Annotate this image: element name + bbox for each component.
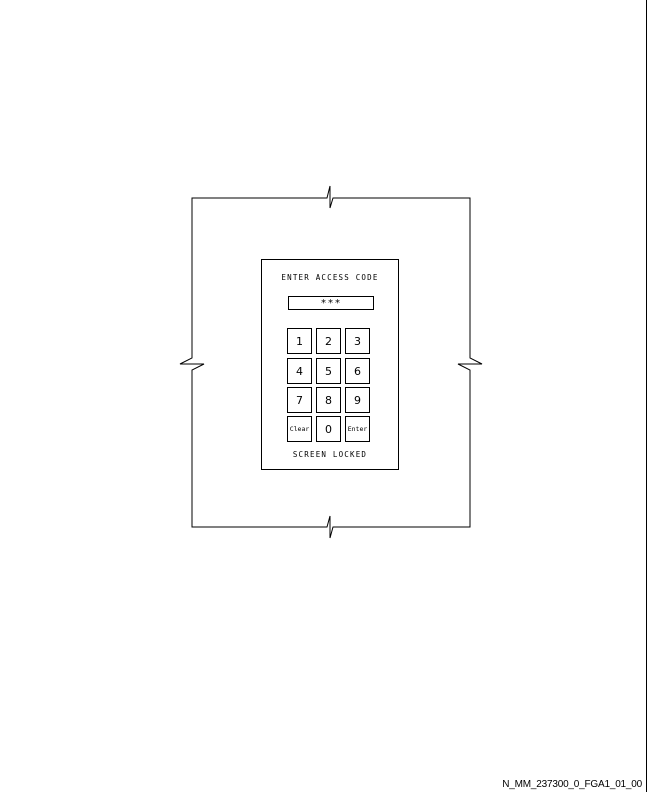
key-0-button[interactable]: 0 bbox=[316, 416, 341, 442]
key-8-button[interactable]: 8 bbox=[316, 387, 341, 413]
access-code-field[interactable]: *** bbox=[288, 296, 374, 310]
key-6-button[interactable]: 6 bbox=[345, 358, 370, 384]
key-3-button[interactable]: 3 bbox=[345, 328, 370, 354]
key-4-button[interactable]: 4 bbox=[287, 358, 312, 384]
key-9-button[interactable]: 9 bbox=[345, 387, 370, 413]
screen-status-label: SCREEN LOCKED bbox=[292, 450, 368, 459]
key-5-button[interactable]: 5 bbox=[316, 358, 341, 384]
enter-button[interactable]: Enter bbox=[345, 416, 370, 442]
figure-id-label: N_MM_237300_0_FGA1_01_00 bbox=[502, 779, 642, 790]
clear-button[interactable]: Clear bbox=[287, 416, 312, 442]
key-7-button[interactable]: 7 bbox=[287, 387, 312, 413]
key-1-button[interactable]: 1 bbox=[287, 328, 312, 354]
access-code-prompt: ENTER ACCESS CODE bbox=[281, 273, 379, 282]
key-2-button[interactable]: 2 bbox=[316, 328, 341, 354]
lock-screen-panel: ENTER ACCESS CODE *** 1 2 3 4 5 6 7 8 9 … bbox=[261, 259, 399, 470]
